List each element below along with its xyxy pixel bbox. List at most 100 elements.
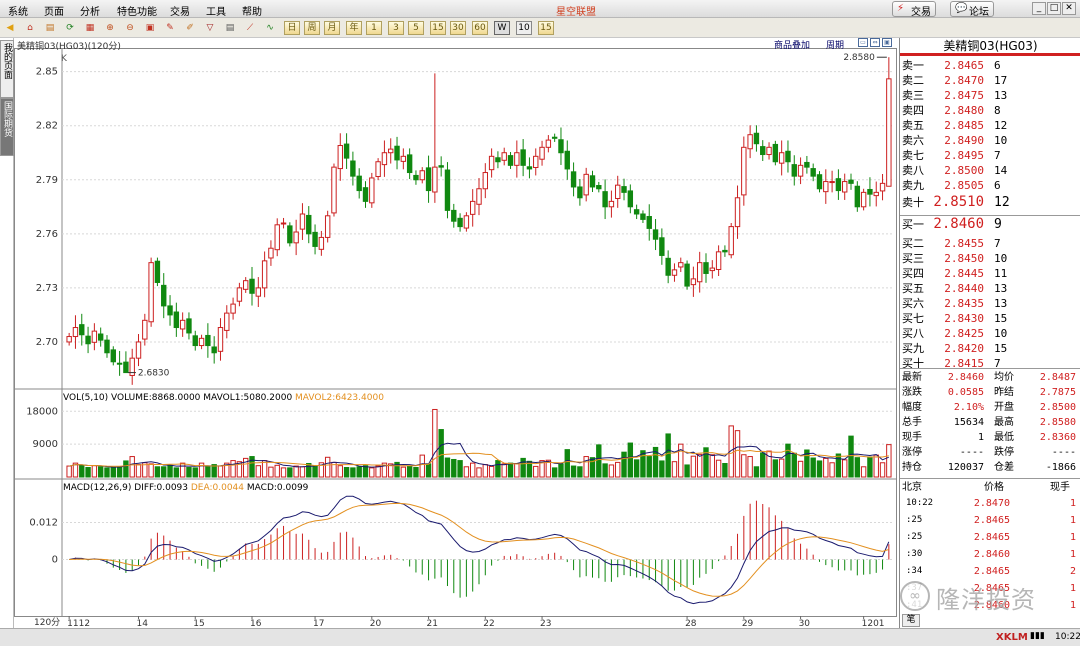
refresh-icon[interactable]: ⟳ [62,21,78,35]
menu-features[interactable]: 特色功能 [117,3,157,18]
volume-bar [280,467,287,478]
line-chart-icon[interactable]: ∿ [262,21,278,35]
tick-row[interactable]: :30 2.8460 1 [900,547,1080,562]
close-button[interactable]: ✕ [1062,2,1076,15]
bid-row[interactable]: 买二 2.8455 7 [900,236,1080,251]
menu-tools[interactable]: 工具 [206,3,226,18]
period-week-button[interactable]: 周 [304,21,320,35]
tick-row[interactable]: :25 2.8465 1 [900,530,1080,545]
overlay-link[interactable]: 商品叠加 [774,38,810,51]
volume-bar [463,466,470,478]
menu-analysis[interactable]: 分析 [80,3,100,18]
period-day-button[interactable]: 日 [284,21,300,35]
volume-bar [306,462,312,478]
list-icon[interactable]: ▤ [42,21,58,35]
volume-bar [696,453,703,478]
period-link[interactable]: 周期 [826,38,844,51]
volume-bar [356,466,362,478]
stat-value: 2.8360 [1039,432,1076,443]
zoom-out-icon[interactable]: ⊖ [122,21,138,35]
side-tab-my-page-label: 我的页面 [2,43,12,79]
chart-canvas[interactable]: 2.85 2.82 2.79 2.76 2.73 2.70 2.8580 2.6830 1800… [14,38,898,628]
period-15-button[interactable]: 15 [538,21,554,35]
home-icon[interactable]: ⌂ [22,21,38,35]
candle-down [104,339,110,354]
candle-down [577,186,583,199]
tick-price: 2.8465 [973,566,1010,577]
ask-row[interactable]: 卖五 2.8485 12 [900,118,1080,133]
tick-row[interactable]: :25 2.8465 1 [900,513,1080,528]
volume-bar [261,460,268,478]
period-60min-button[interactable]: 60 [472,21,488,35]
tick-row[interactable]: :34 2.8465 2 [900,564,1080,579]
ask-row[interactable]: 卖二 2.8470 17 [900,73,1080,88]
bid-row[interactable]: 买三 2.8450 10 [900,251,1080,266]
stat-value: 2.10% [953,402,984,413]
forum-button[interactable]: 💬 论坛 [950,1,994,18]
period-30min-button[interactable]: 30 [450,21,466,35]
draw-icon[interactable]: ✎ [162,21,178,35]
minimize-button[interactable]: _ [1032,2,1046,15]
ask-row[interactable]: 卖六 2.8490 10 [900,133,1080,148]
tick-qty: 1 [1069,549,1076,560]
menu-bar: 系统 页面 分析 特色功能 交易 工具 帮助 星空联盟 ⚡ 交易 💬 论坛 _ □ … [0,0,1080,18]
period-1min-button[interactable]: 1 [366,21,382,35]
back-arrow-icon[interactable]: ◀ [2,21,18,35]
ask-row[interactable]: 卖十 2.8510 12 [900,195,1080,211]
period-3min-button[interactable]: 3 [388,21,404,35]
trade-button[interactable]: ⚡ 交易 [892,1,936,18]
table-icon[interactable]: ▤ [222,21,238,35]
period-5min-button[interactable]: 5 [408,21,424,35]
bid-row[interactable]: 买四 2.8445 11 [900,266,1080,281]
volume-bar [797,460,804,478]
side-tab-intl-futures[interactable]: 国际期货 [0,98,14,156]
bid-row[interactable]: 买一 2.8460 9 [900,217,1080,233]
volume-bar [110,467,116,478]
menu-help[interactable]: 帮助 [242,3,262,18]
ask-row[interactable]: 卖七 2.8495 7 [900,148,1080,163]
period-month-button[interactable]: 月 [324,21,340,35]
stat-label: 总手 [902,417,922,428]
stat-label: 幅度 [902,402,922,413]
maximize-button[interactable]: □ [1047,2,1061,15]
level-price: 2.8430 [944,312,984,325]
volume-bar [79,464,85,478]
menu-page[interactable]: 页面 [44,3,64,18]
filter-icon[interactable]: ▽ [202,21,218,35]
zoom-in-icon[interactable]: ⊕ [102,21,118,35]
chart-icon[interactable]: ▣ [142,21,158,35]
layout-icon[interactable]: ▭ [858,38,868,47]
ask-row[interactable]: 卖一 2.8465 6 [900,58,1080,73]
chart-area[interactable]: 2.85 2.82 2.79 2.76 2.73 2.70 2.8580 2.6830 1800… [14,38,898,628]
candle-down [520,149,526,166]
brush-icon[interactable]: ✐ [182,21,198,35]
side-tab-my-page[interactable]: 我的页面 [0,40,14,98]
ask-row[interactable]: 卖八 2.8500 14 [900,163,1080,178]
menu-trade[interactable]: 交易 [170,3,190,18]
volume-bar [564,449,570,478]
volume-bar [722,462,728,478]
bid-row[interactable]: 买五 2.8440 13 [900,281,1080,296]
expand-icon[interactable]: ⇔ [870,38,880,47]
volume-bar [444,457,451,478]
bid-row[interactable]: 买六 2.8435 13 [900,296,1080,311]
tick-row[interactable]: 10:22 2.8470 1 [900,496,1080,511]
tick-tab[interactable]: 笔 [902,614,920,627]
bid-row[interactable]: 买七 2.8430 15 [900,311,1080,326]
grid-icon[interactable]: ▦ [82,21,98,35]
menu-system[interactable]: 系统 [8,3,28,18]
period-w-button[interactable]: W [494,21,510,35]
fullscreen-icon[interactable]: ▣ [882,38,892,47]
ask-row[interactable]: 卖四 2.8480 8 [900,103,1080,118]
period-10-button[interactable]: 10 [516,21,532,35]
stat-label: 仓差 [994,462,1014,473]
ask-row[interactable]: 卖三 2.8475 13 [900,88,1080,103]
indicator-icon[interactable]: ⟋ [242,21,258,35]
bid-row[interactable]: 买九 2.8420 15 [900,341,1080,356]
x-tick-label: 22 [483,619,494,628]
period-15min-button[interactable]: 15 [430,21,446,35]
period-year-button[interactable]: 年 [346,21,362,35]
ask-row[interactable]: 卖九 2.8505 6 [900,178,1080,193]
bid-row[interactable]: 买八 2.8425 10 [900,326,1080,341]
candle-up [331,166,337,214]
